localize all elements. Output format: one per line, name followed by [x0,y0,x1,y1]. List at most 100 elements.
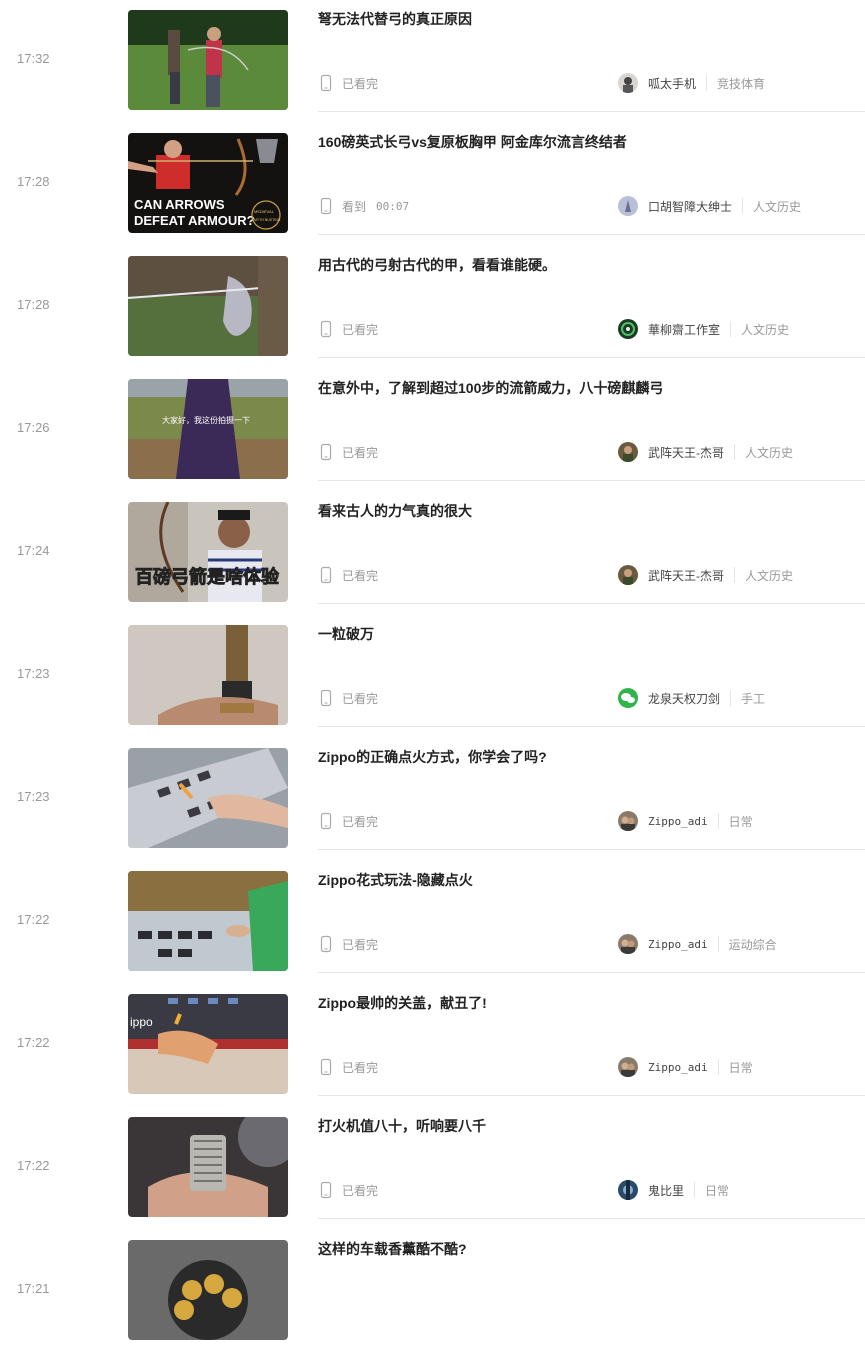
uploader-info: 武阵天王-杰哥 人文历史 [618,441,793,463]
uploader-name[interactable]: Zippo_adi [648,1061,708,1074]
category-tag[interactable]: 日常 [729,1059,753,1076]
video-title[interactable]: Zippo的正确点火方式，你学会了吗? [318,747,855,767]
avatar[interactable] [618,319,638,339]
category-tag[interactable]: 手工 [741,690,765,707]
uploader-name[interactable]: 口胡智障大绅士 [648,198,732,215]
history-item[interactable]: 17:24 百磅弓箭是啥体验 看来古人的力气真的很大 已看完 武阵天王-杰哥 人… [0,493,865,616]
phone-icon [318,565,334,585]
uploader-name[interactable]: 鬼比里 [648,1182,684,1199]
avatar[interactable] [618,934,638,954]
video-thumbnail[interactable]: CAN ARROWS DEFEAT ARMOUR? MEDIEVAL MYTH … [128,133,288,233]
history-item[interactable]: 17:32 弩无法代替弓的真正原因 已看完 呱太手机 竞技体育 [0,1,865,124]
history-item[interactable]: 17:22 打火机值八十，听响要八千 已看完 鬼比里 日常 [0,1108,865,1231]
avatar[interactable] [618,1180,638,1200]
category-tag[interactable]: 运动综合 [729,936,777,953]
uploader-name[interactable]: 龙泉天权刀剑 [648,690,720,707]
watch-time: 17:23 [17,666,50,681]
thumbnail-caption: 百磅弓箭是啥体验 [135,566,280,588]
uploader-name[interactable]: 呱太手机 [648,75,696,92]
history-item[interactable]: 17:28 用古代的弓射古代的甲，看看谁能硬。 已看完 華柳齋工作室 人文历史 [0,247,865,370]
history-item[interactable]: 17:28 CAN ARROWS DEFEAT ARMOUR? MEDIEVAL… [0,124,865,247]
video-title[interactable]: 看来古人的力气真的很大 [318,501,855,521]
avatar[interactable] [618,196,638,216]
uploader-name[interactable]: Zippo_adi [648,815,708,828]
avatar[interactable] [618,73,638,93]
video-title[interactable]: Zippo花式玩法-隐藏点火 [318,870,855,890]
history-item[interactable]: 17:26 大家好，我这份拍摄一下 在意外中，了解到超过100步的流箭威力，八十… [0,370,865,493]
video-title[interactable]: 打火机值八十，听响要八千 [318,1116,855,1136]
uploader-name[interactable]: 華柳齋工作室 [648,321,720,338]
watch-progress: 已看完 [318,73,378,93]
video-title[interactable]: 在意外中，了解到超过100步的流箭威力，八十磅麒麟弓 [318,378,855,398]
row-divider [318,849,865,850]
history-item[interactable]: 17:22 Zippo花式玩法-隐藏点火 已看完 Zippo_adi 运动综合 [0,862,865,985]
video-thumbnail[interactable] [128,256,288,356]
video-title[interactable]: Zippo最帅的关盖，献丑了! [318,993,855,1013]
video-thumbnail[interactable] [128,1240,288,1340]
divider [717,813,719,829]
video-title[interactable]: 160磅英式长弓vs复原板胸甲 阿金库尔流言终结者 [318,132,855,152]
progress-text: 已看完 [342,814,379,829]
row-divider [318,603,865,604]
history-list: 17:32 弩无法代替弓的真正原因 已看完 呱太手机 竞技体育 17:28 CA… [0,0,865,1340]
row-divider [318,111,865,112]
category-tag[interactable]: 日常 [705,1182,729,1199]
category-tag[interactable]: 人文历史 [753,198,801,215]
avatar[interactable] [618,1057,638,1077]
row-divider [318,357,865,358]
video-title[interactable]: 这样的车载香薰酷不酷? [318,1239,855,1259]
history-item[interactable]: 17:23 一粒破万 已看完 龙泉天权刀剑 手工 [0,616,865,739]
thumbnail-caption: ippo [130,1015,153,1029]
progress-text: 已看完 [342,937,379,952]
thumbnail-caption: CAN ARROWS [134,197,225,212]
watch-progress: 已看完 [318,1180,378,1200]
category-tag[interactable]: 竞技体育 [717,75,765,92]
uploader-info: 呱太手机 竞技体育 [618,72,765,94]
history-item[interactable]: 17:22 ippo Zippo最帅的关盖，献丑了! 已看完 Zippo_adi… [0,985,865,1108]
avatar[interactable] [618,442,638,462]
history-item[interactable]: 17:23 Zippo的正确点火方式，你学会了吗? 已看完 Zippo_adi … [0,739,865,862]
video-thumbnail[interactable] [128,748,288,848]
uploader-name[interactable]: 武阵天王-杰哥 [648,567,724,584]
history-item[interactable]: 17:21 这样的车载香薰酷不酷? [0,1231,865,1354]
category-tag[interactable]: 人文历史 [745,567,793,584]
divider [694,1182,696,1198]
phone-icon [318,811,334,831]
progress-text: 看到 [342,199,367,214]
uploader-info: Zippo_adi 日常 [618,810,753,832]
video-thumbnail[interactable] [128,871,288,971]
uploader-name[interactable]: Zippo_adi [648,938,708,951]
video-title[interactable]: 用古代的弓射古代的甲，看看谁能硬。 [318,255,855,275]
progress-text: 已看完 [342,1060,379,1075]
video-thumbnail[interactable] [128,10,288,110]
uploader-info: 龙泉天权刀剑 手工 [618,687,765,709]
category-tag[interactable]: 人文历史 [745,444,793,461]
uploader-info: 華柳齋工作室 人文历史 [618,318,789,340]
thumbnail-caption: 大家好，我这份拍摄一下 [162,415,250,425]
avatar[interactable] [618,811,638,831]
video-title[interactable]: 弩无法代替弓的真正原因 [318,9,855,29]
watch-time: 17:26 [17,420,50,435]
avatar[interactable] [618,565,638,585]
uploader-info: Zippo_adi 日常 [618,1056,753,1078]
progress-text: 已看完 [342,568,379,583]
uploader-info: Zippo_adi 运动综合 [618,933,777,955]
watch-progress: 已看完 [318,688,378,708]
video-thumbnail[interactable] [128,1117,288,1217]
progress-text: 已看完 [342,1183,379,1198]
avatar[interactable] [618,688,638,708]
uploader-name[interactable]: 武阵天王-杰哥 [648,444,724,461]
video-thumbnail[interactable] [128,625,288,725]
category-tag[interactable]: 日常 [729,813,753,830]
video-thumbnail[interactable]: 百磅弓箭是啥体验 [128,502,288,602]
divider [717,1059,719,1075]
video-thumbnail[interactable]: ippo [128,994,288,1094]
row-divider [318,234,865,235]
phone-icon [318,1180,334,1200]
category-tag[interactable]: 人文历史 [741,321,789,338]
video-title[interactable]: 一粒破万 [318,624,855,644]
watch-progress: 已看完 [318,811,378,831]
watch-time: 17:28 [17,174,50,189]
video-thumbnail[interactable]: 大家好，我这份拍摄一下 [128,379,288,479]
row-divider [318,1095,865,1096]
